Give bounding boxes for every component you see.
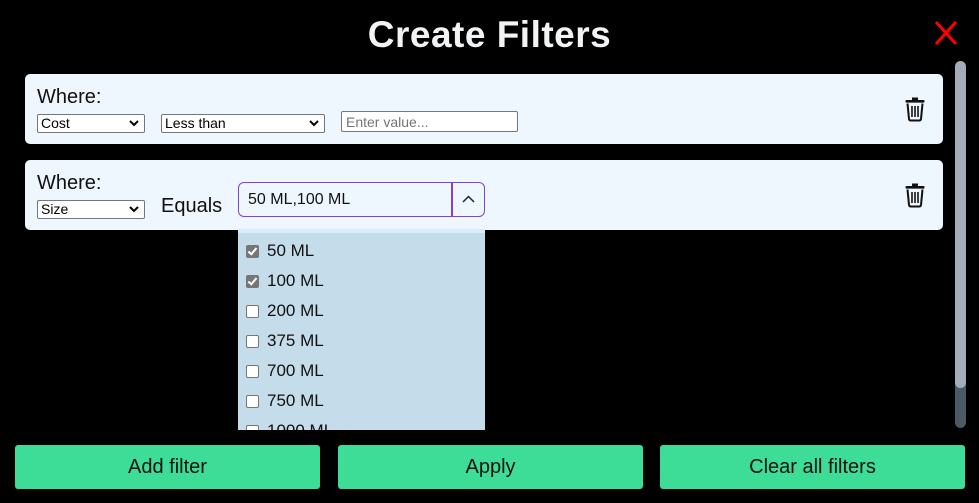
chevron-down-icon (129, 120, 139, 127)
trash-icon (905, 97, 925, 122)
operator-select-value: Less than (165, 115, 226, 131)
dropdown-option[interactable]: 700 ML (246, 359, 324, 383)
dropdown-option[interactable]: 100 ML (246, 269, 324, 293)
checkbox[interactable] (246, 364, 259, 378)
field-select[interactable]: Cost (37, 114, 145, 133)
multi-select-value: 50 ML,100 ML (248, 191, 351, 208)
checkbox[interactable] (246, 394, 259, 408)
filter-row: Where: Size Equals 50 ML,100 ML (25, 160, 943, 230)
chevron-up-icon (462, 195, 475, 203)
checkbox[interactable] (246, 274, 259, 288)
dropdown-option[interactable]: 50 ML (246, 239, 314, 263)
filters-list: Where: Cost Less than Where: Size (0, 62, 979, 430)
apply-button[interactable]: Apply (338, 445, 643, 489)
where-label: Where: (37, 86, 102, 108)
close-x-icon (934, 20, 958, 46)
option-label: 100 ML (267, 271, 324, 290)
dropdown-menu: 50 ML 100 ML 200 ML 375 ML 700 ML 750 ML… (238, 229, 485, 430)
option-label: 200 ML (267, 301, 324, 320)
option-label: 750 ML (267, 391, 324, 410)
field-select[interactable]: Size (37, 200, 145, 219)
operator-select[interactable]: Less than (161, 114, 325, 133)
value-input[interactable] (341, 111, 518, 132)
chevron-down-icon (309, 120, 319, 127)
dropdown-option[interactable]: 750 ML (246, 389, 324, 413)
clear-all-filters-button[interactable]: Clear all filters (660, 445, 965, 489)
checkbox[interactable] (246, 244, 259, 258)
multi-select[interactable]: 50 ML,100 ML (238, 182, 485, 217)
checkbox[interactable] (246, 334, 259, 348)
field-select-value: Size (41, 201, 69, 217)
delete-filter-button[interactable] (904, 96, 926, 122)
option-label: 700 ML (267, 361, 324, 380)
dropdown-option[interactable]: 375 ML (246, 329, 324, 353)
add-filter-button[interactable]: Add filter (15, 445, 320, 489)
chevron-down-icon (129, 206, 139, 213)
option-label: 50 ML (267, 241, 315, 260)
field-select-value: Cost (41, 115, 70, 131)
checkbox[interactable] (246, 424, 259, 430)
checkbox[interactable] (246, 304, 259, 318)
option-label: 1000 ML (267, 421, 333, 430)
operator-label: Equals (161, 195, 223, 217)
dropdown-toggle[interactable] (453, 183, 484, 216)
where-label: Where: (37, 172, 102, 194)
dropdown-option[interactable]: 200 ML (246, 299, 324, 323)
page-title: Create Filters (367, 14, 612, 55)
delete-filter-button[interactable] (904, 182, 926, 208)
close-button[interactable] (930, 17, 962, 49)
dropdown-option[interactable]: 1000 ML (246, 419, 333, 430)
option-label: 375 ML (267, 331, 324, 350)
scrollbar-thumb[interactable] (955, 61, 966, 388)
filter-row: Where: Cost Less than (25, 74, 943, 144)
trash-icon (905, 183, 925, 208)
